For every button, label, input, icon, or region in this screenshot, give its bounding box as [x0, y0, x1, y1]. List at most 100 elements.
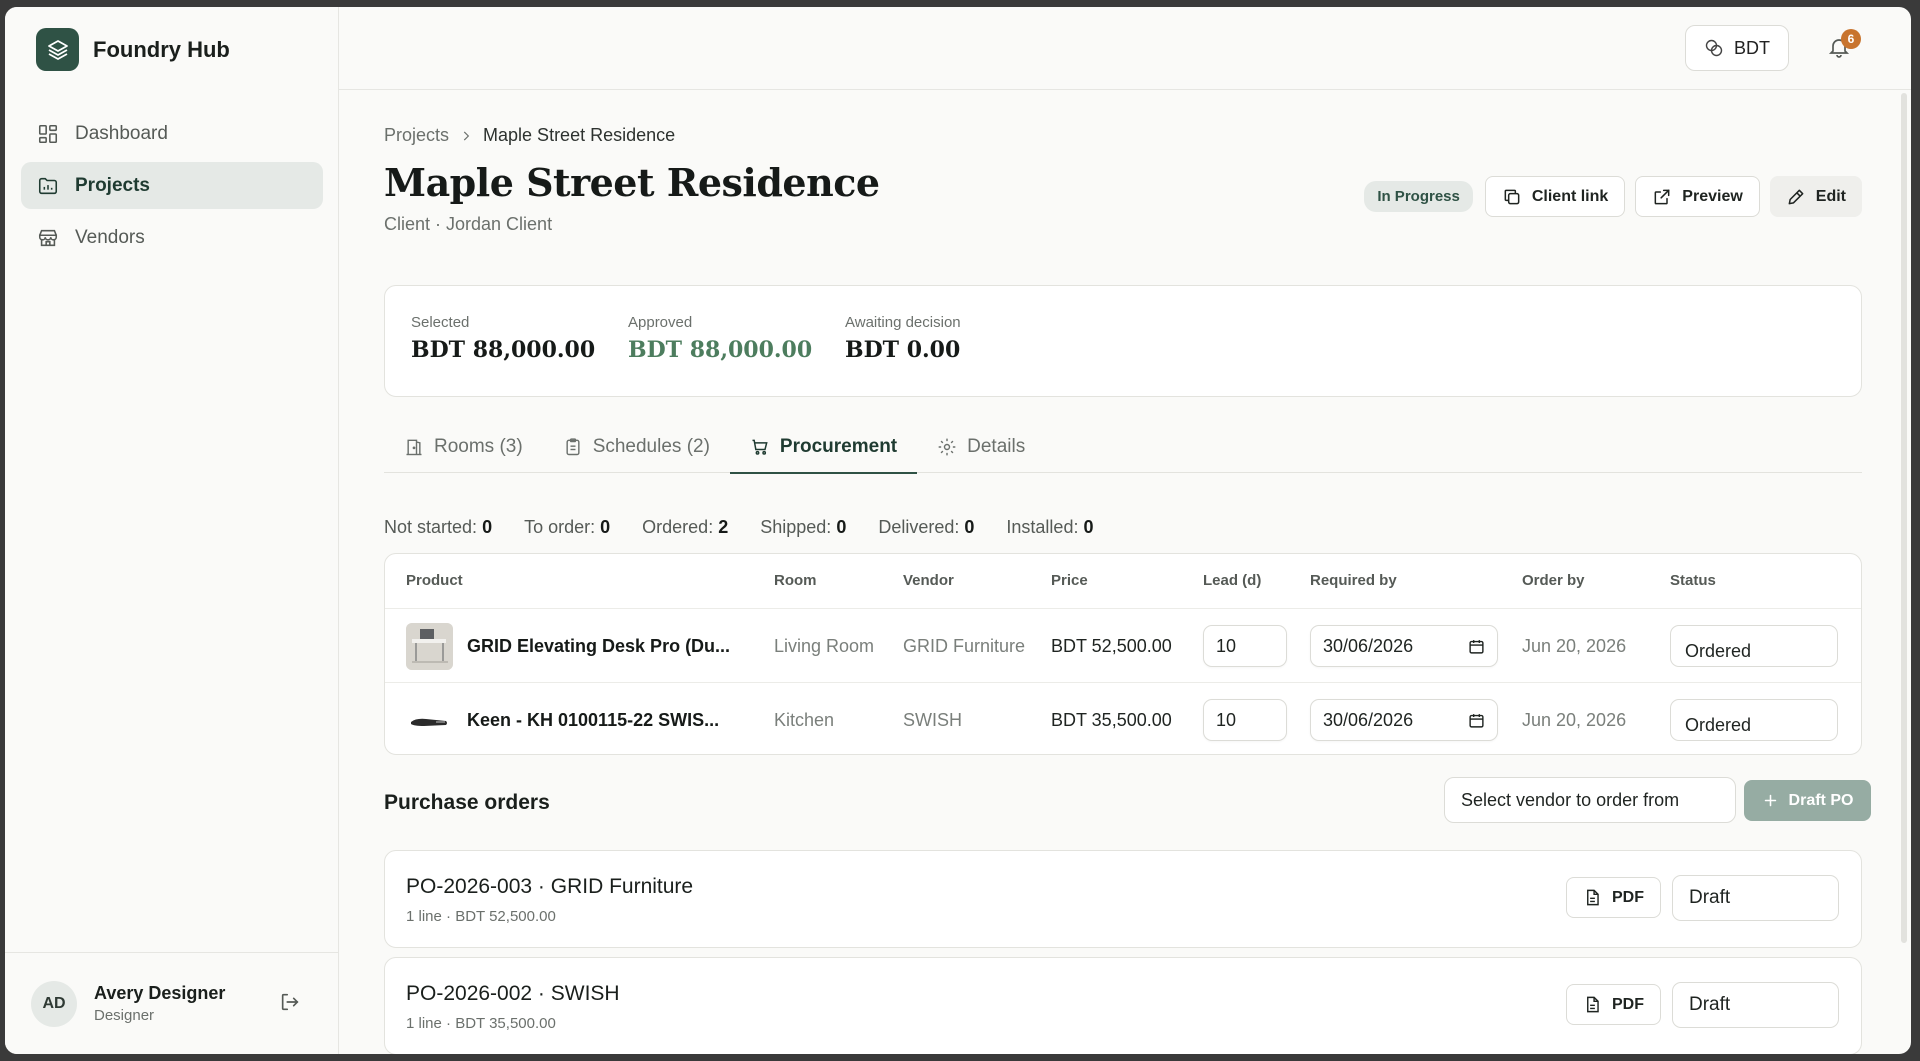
cart-icon	[752, 439, 768, 455]
calendar-icon[interactable]	[1468, 712, 1485, 729]
po-status-select[interactable]: Draft	[1672, 875, 1839, 921]
lead-cell: 10	[1203, 609, 1287, 683]
user-name: Avery Designer	[94, 983, 226, 1003]
summary-awaiting: Awaiting decision BDT 0.00	[845, 314, 961, 363]
layers-icon	[36, 28, 79, 71]
sidebar: Foundry Hub Dashboard Projects Vendors A…	[5, 7, 339, 1054]
gear-icon	[938, 438, 956, 455]
draft-po-button[interactable]: Draft PO	[1744, 780, 1871, 821]
room-cell: Living Room	[774, 635, 875, 656]
vendor-cell: SWISH	[903, 709, 963, 730]
store-icon	[38, 229, 58, 246]
required-by-input[interactable]: 30/06/2026	[1310, 699, 1498, 741]
tab-schedules[interactable]: Schedules (2)	[543, 420, 730, 473]
po-name[interactable]: PO-2026-002 · SWISH	[406, 982, 620, 1006]
edit-label: Edit	[1815, 187, 1846, 205]
copy-icon	[1504, 189, 1520, 204]
file-icon	[1587, 996, 1599, 1013]
column-header: Room	[774, 572, 817, 589]
preview-label: Preview	[1682, 187, 1743, 205]
lead-input[interactable]: 10	[1203, 699, 1287, 741]
tab-label: Procurement	[779, 435, 898, 457]
stat-not-started: Not started: 0	[384, 517, 493, 537]
topbar: BDT 6	[339, 7, 1911, 90]
vendor-cell: GRID Furniture	[903, 635, 1026, 656]
po-meta: 1 line · BDT 52,500.00	[406, 908, 556, 925]
table-row[interactable]: Keen - KH 0100115-22 SWIS... Kitchen SWI…	[385, 682, 1861, 754]
brand[interactable]: Foundry Hub	[36, 28, 230, 71]
project-client: Client · Jordan Client	[384, 214, 553, 234]
breadcrumb-current: Maple Street Residence	[483, 125, 676, 145]
budget-summary: Selected BDT 88,000.00 Approved BDT 88,0…	[384, 285, 1862, 397]
status-select[interactable]: Ordered	[1670, 625, 1838, 667]
product-cell: GRID Elevating Desk Pro (Du...	[406, 609, 730, 683]
po-status-select[interactable]: Draft	[1672, 982, 1839, 1028]
sidebar-item-vendors[interactable]: Vendors	[21, 214, 323, 261]
product-cell: Keen - KH 0100115-22 SWIS...	[406, 683, 719, 754]
client-link-label: Client link	[1531, 187, 1609, 205]
dashboard-icon	[38, 124, 58, 143]
main-content: BDT 6 Projects Maple Street Residence Ma…	[339, 7, 1911, 1054]
plus-icon	[1764, 794, 1776, 807]
pdf-button[interactable]: PDF	[1566, 984, 1661, 1025]
column-header: Price	[1051, 572, 1088, 589]
stat-ordered: Ordered: 2	[642, 517, 729, 537]
currency-button[interactable]: BDT	[1685, 25, 1789, 71]
procurement-table: Product Room Vendor Price Lead (d) Requi…	[384, 553, 1862, 755]
sidebar-nav: Dashboard Projects Vendors	[21, 110, 323, 266]
preview-button[interactable]: Preview	[1635, 176, 1760, 217]
edit-button[interactable]: Edit	[1769, 176, 1862, 217]
column-header: Vendor	[903, 572, 954, 589]
order-by-cell: Jun 20, 2026	[1522, 635, 1627, 656]
pdf-label: PDF	[1612, 995, 1644, 1013]
currency-label: BDT	[1734, 37, 1770, 58]
sidebar-item-label: Projects	[75, 174, 150, 196]
tab-details[interactable]: Details	[917, 420, 1045, 473]
product-name[interactable]: GRID Elevating Desk Pro (Du...	[467, 636, 730, 657]
breadcrumb-projects-link[interactable]: Projects	[384, 125, 449, 146]
avatar[interactable]: AD	[31, 980, 77, 1027]
logout-icon[interactable]	[279, 991, 301, 1013]
client-link-button[interactable]: Client link	[1484, 176, 1626, 217]
po-meta: 1 line · BDT 35,500.00	[406, 1015, 556, 1032]
pencil-icon	[1788, 189, 1804, 204]
required-by-cell: 30/06/2026	[1310, 683, 1498, 754]
tab-label: Schedules (2)	[592, 435, 710, 457]
table-row[interactable]: GRID Elevating Desk Pro (Du... Living Ro…	[385, 608, 1861, 682]
purchase-order-card[interactable]: PO-2026-003 · GRID Furniture 1 line · BD…	[384, 850, 1862, 948]
status-cell: Ordered	[1670, 609, 1838, 683]
order-by-cell: Jun 20, 2026	[1522, 709, 1627, 730]
breadcrumb: Projects Maple Street Residence	[384, 125, 675, 146]
sidebar-item-projects[interactable]: Projects	[21, 162, 323, 209]
tab-rooms[interactable]: Rooms (3)	[384, 420, 543, 473]
user-meta: Avery Designer Designer	[94, 983, 225, 1024]
status-cell: Ordered	[1670, 683, 1838, 754]
vendor-select[interactable]: Select vendor to order from	[1444, 777, 1736, 823]
coins-icon	[1705, 39, 1723, 57]
po-name[interactable]: PO-2026-003 · GRID Furniture	[406, 875, 693, 899]
pdf-label: PDF	[1612, 888, 1644, 906]
lead-input[interactable]: 10	[1203, 625, 1287, 667]
required-by-input[interactable]: 30/06/2026	[1310, 625, 1498, 667]
summary-label: Approved	[628, 314, 693, 331]
calendar-icon[interactable]	[1468, 638, 1485, 655]
price-cell: BDT 35,500.00	[1051, 709, 1172, 730]
sidebar-item-dashboard[interactable]: Dashboard	[21, 110, 323, 157]
file-icon	[1587, 889, 1599, 906]
column-header: Order by	[1522, 572, 1585, 589]
scrollbar[interactable]	[1901, 93, 1907, 943]
product-thumbnail	[406, 696, 453, 744]
tab-procurement[interactable]: Procurement	[729, 420, 918, 474]
summary-label: Selected	[411, 314, 470, 331]
user-role: Designer	[94, 1007, 155, 1024]
status-select[interactable]: Ordered	[1670, 699, 1838, 741]
stat-to-order: To order: 0	[524, 517, 611, 537]
chevron-right-icon	[463, 131, 470, 140]
date-value: 30/06/2026	[1323, 635, 1414, 656]
purchase-order-card[interactable]: PO-2026-002 · SWISH 1 line · BDT 35,500.…	[384, 957, 1862, 1054]
stat-delivered: Delivered: 0	[878, 517, 975, 537]
header-actions: In Progress Client link Preview Edit	[1364, 176, 1862, 217]
pdf-button[interactable]: PDF	[1566, 877, 1661, 918]
page-title: Maple Street Residence	[384, 160, 880, 205]
product-name[interactable]: Keen - KH 0100115-22 SWIS...	[467, 710, 719, 731]
